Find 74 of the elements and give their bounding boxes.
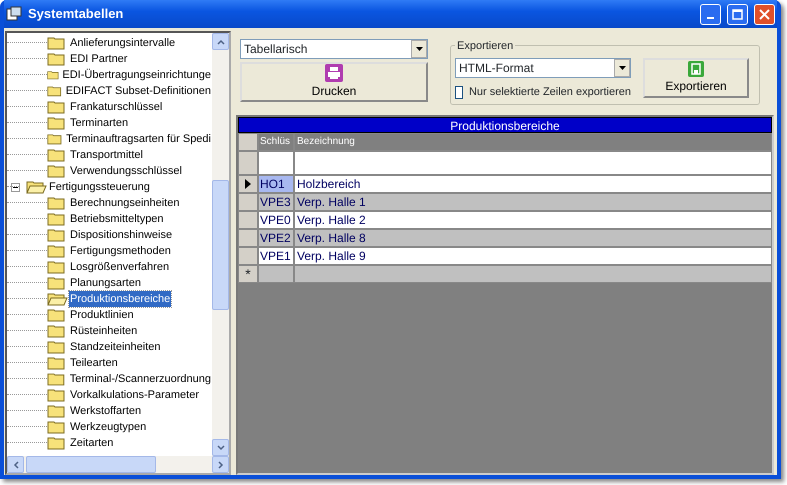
filter-cell[interactable] <box>258 151 294 175</box>
table-cell: Verp. Halle 1 <box>294 193 772 211</box>
table-cell: VPE2 <box>258 229 294 247</box>
checkbox[interactable] <box>455 86 464 99</box>
tree-item[interactable]: Werkzeugtypen <box>69 418 148 436</box>
row-selector[interactable] <box>238 175 258 193</box>
filter-cell[interactable] <box>294 151 772 175</box>
tree-item[interactable]: Berechnungseinheiten <box>69 194 180 212</box>
printer-icon <box>325 64 343 82</box>
floppy-disk-icon <box>688 61 704 77</box>
tree-item[interactable]: Fertigungsmethoden <box>69 242 172 260</box>
tree-item[interactable]: Rüsteinheiten <box>69 322 138 340</box>
tree-item[interactable]: Betriebsmitteltypen <box>69 210 165 228</box>
print-button[interactable]: Drucken <box>240 62 428 102</box>
tree-item[interactable]: Terminarten <box>69 114 130 132</box>
minus-icon <box>13 184 18 190</box>
table-cell: VPE1 <box>258 247 294 265</box>
minimize-icon <box>707 17 714 19</box>
tree-item[interactable]: Anlieferungsintervalle <box>69 34 176 52</box>
scroll-right-button[interactable] <box>212 456 229 473</box>
column-header: Schlüs <box>258 133 294 151</box>
tree-item[interactable]: Frankaturschlüssel <box>69 98 164 116</box>
tree-item[interactable]: Losgrößenverfahren <box>69 258 170 276</box>
current-row-icon <box>245 179 251 189</box>
table-cell: HO1 <box>258 175 294 193</box>
table-cell: VPE3 <box>258 193 294 211</box>
checkbox-label: Nur selektierte Zeilen exportieren <box>468 85 631 100</box>
table-cell: Verp. Halle 9 <box>294 247 772 265</box>
format-dropdown[interactable]: HTML-Format <box>455 58 631 78</box>
tree-item[interactable]: EDI Partner <box>69 50 128 68</box>
horizontal-scroll-thumb[interactable] <box>26 456 156 473</box>
table-cell: Verp. Halle 2 <box>294 211 772 229</box>
tree-item[interactable]: Dispositionshinweise <box>69 226 174 244</box>
app-icon <box>6 6 22 22</box>
tree-item[interactable]: Vorkalkulations-Parameter <box>69 386 200 404</box>
column-header: Bezeichnung <box>294 133 772 151</box>
dropdown-arrow-icon <box>416 47 422 51</box>
open-folder-icon <box>47 292 69 306</box>
view-dropdown[interactable]: Tabellarisch <box>240 39 428 59</box>
tree-item[interactable]: Produktionsbereiche <box>69 290 172 308</box>
minimize-button[interactable] <box>700 4 721 24</box>
scroll-down-button[interactable] <box>212 439 229 456</box>
table-cell <box>258 265 294 283</box>
scroll-left-button[interactable] <box>7 456 24 473</box>
scroll-thumb[interactable] <box>212 180 229 310</box>
tree-item[interactable]: Verwendungsschlüssel <box>69 162 183 180</box>
table-cell: Holzbereich <box>294 175 772 193</box>
window-title: Systemtabellen <box>28 5 124 24</box>
table-cell: VPE0 <box>258 211 294 229</box>
tree-item[interactable]: Standzeiteinheiten <box>69 338 162 356</box>
table-cell: Verp. Halle 8 <box>294 229 772 247</box>
tree-item[interactable]: Zeitarten <box>69 434 114 452</box>
close-icon <box>759 8 770 20</box>
collapse-toggle[interactable] <box>11 182 20 192</box>
tree-item[interactable]: Fertigungssteuerung <box>48 178 151 196</box>
tree-item[interactable]: Transportmittel <box>69 146 144 164</box>
new-row-marker: * <box>238 265 258 283</box>
maximize-icon <box>732 8 743 20</box>
export-button[interactable]: Exportieren <box>643 58 749 98</box>
tree-item[interactable]: Teilearten <box>69 354 119 372</box>
scroll-up-button[interactable] <box>212 33 229 50</box>
tree-item[interactable]: Terminauftragsarten für Spedi <box>65 130 212 148</box>
tree-item[interactable]: Produktlinien <box>69 306 135 324</box>
maximize-button[interactable] <box>727 4 748 24</box>
tree-item[interactable]: Werkstoffarten <box>69 402 142 420</box>
grid-title: Produktionsbereiche <box>238 117 772 133</box>
tree-item[interactable]: EDI-Übertragungseinrichtunge <box>61 66 212 84</box>
dropdown-arrow-icon <box>618 66 626 70</box>
group-legend: Exportieren <box>455 38 516 54</box>
open-folder-icon <box>26 180 48 194</box>
tree-item[interactable]: EDIFACT Subset-Definitionen <box>64 82 212 100</box>
close-button[interactable] <box>754 4 775 24</box>
tree-item[interactable]: Terminal-/Scannerzuordnung <box>68 370 212 388</box>
tree-item[interactable]: Planungsarten <box>69 274 142 292</box>
